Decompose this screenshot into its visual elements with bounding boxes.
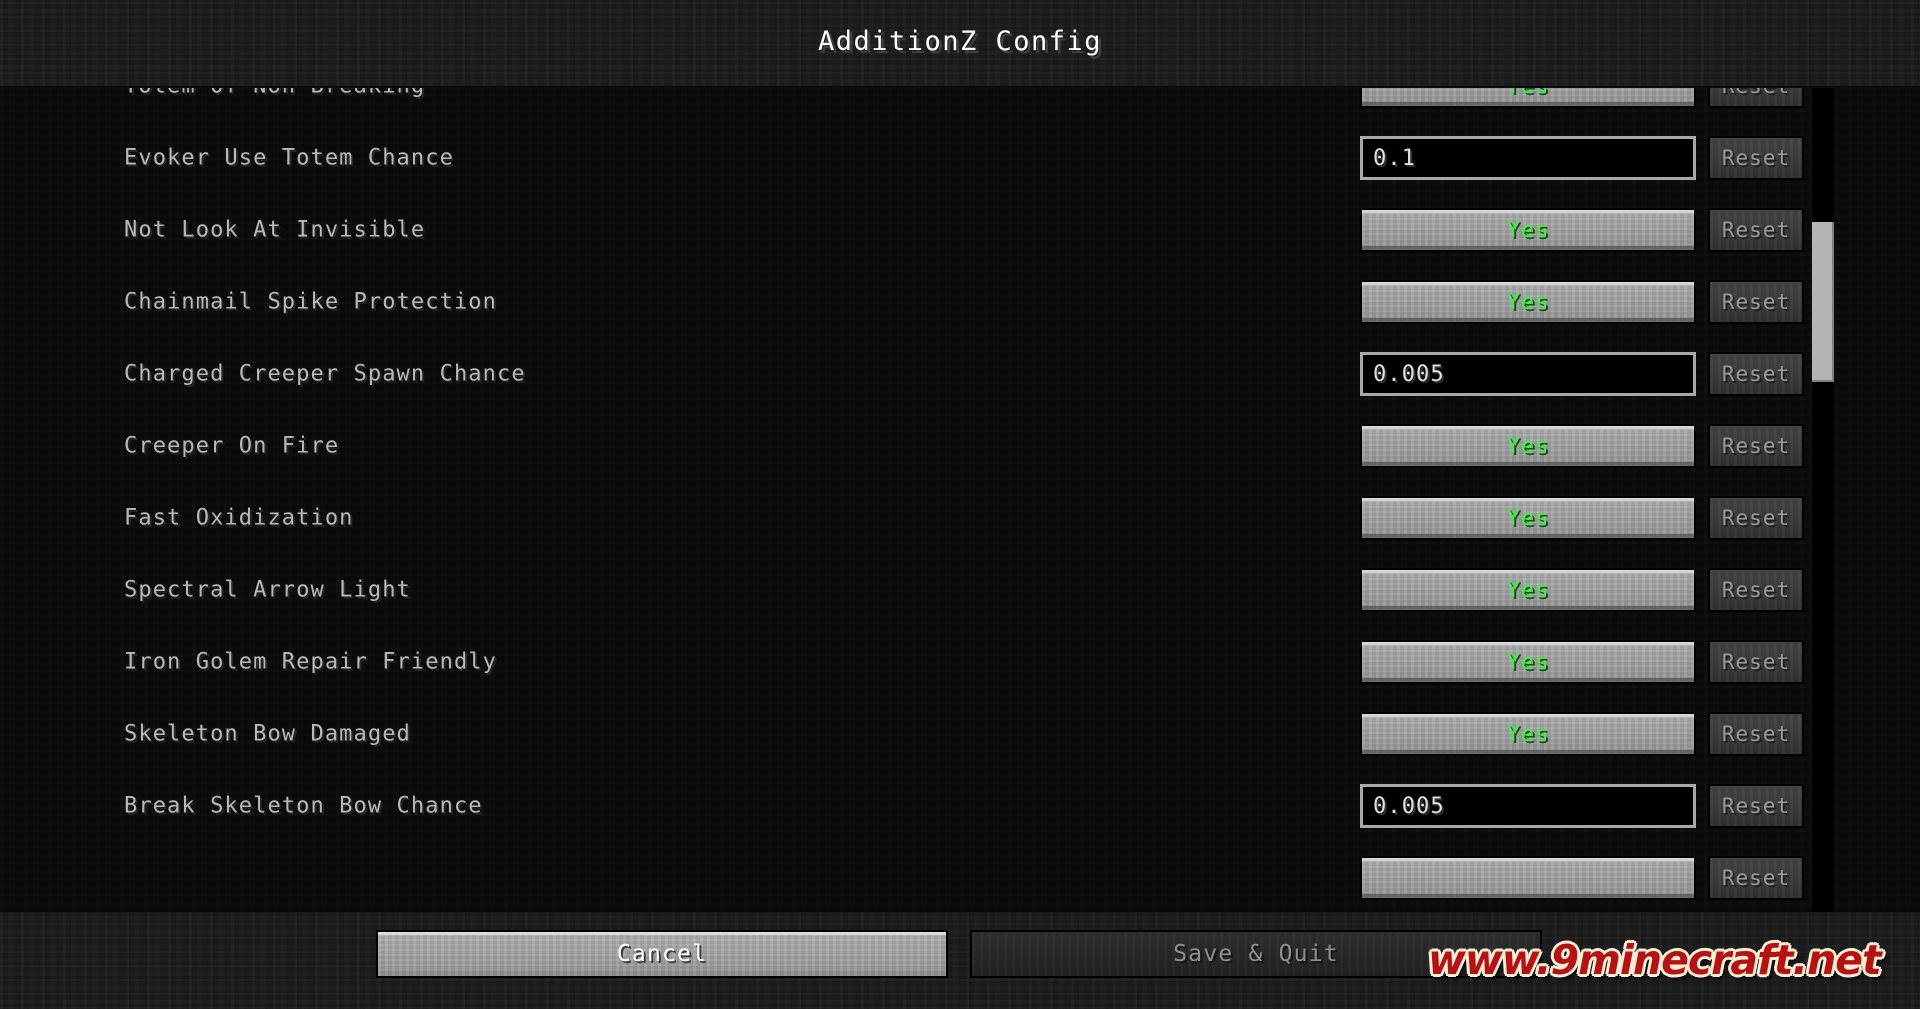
config-row-label: Spectral Arrow Light [124,577,411,603]
options-list-content: Totem Of Non BreakingYesResetEvoker Use … [0,88,1920,912]
page-title: AdditionZ Config [817,26,1103,57]
reset-button[interactable]: Reset [1708,424,1804,468]
config-row-label: Not Look At Invisible [124,217,426,243]
reset-button[interactable]: Reset [1708,496,1804,540]
scrollbar-track[interactable] [1812,88,1834,912]
config-row-label: Fast Oxidization [124,505,354,531]
config-row-label: Evoker Use Totem Chance [124,145,454,171]
config-row-widget: Yes [1360,496,1696,540]
toggle-button-value: Yes [1506,217,1550,243]
number-input-value: 0.005 [1373,361,1445,387]
config-row: Evoker Use Totem Chance 0.1 Reset [0,122,1920,194]
reset-button[interactable]: Reset [1708,784,1804,828]
config-row: Reset [0,842,1920,912]
config-row-label: Break Skeleton Bow Chance [124,793,483,819]
reset-button[interactable]: Reset [1708,712,1804,756]
reset-button-label: Reset [1721,434,1791,458]
reset-button[interactable]: Reset [1708,856,1804,900]
options-list[interactable]: Totem Of Non BreakingYesResetEvoker Use … [0,88,1920,912]
toggle-button[interactable]: Yes [1360,496,1696,540]
toggle-button[interactable]: Yes [1360,88,1696,108]
config-row-widget: Yes [1360,568,1696,612]
toggle-button-value: Yes [1506,88,1549,99]
minecraft-config-screen: AdditionZ Config Totem Of Non Breaking Ye… [0,0,1920,1009]
toggle-button-value: Yes [1506,577,1550,603]
config-row-label: Skeleton Bow Damaged [124,721,411,747]
toggle-button[interactable]: Yes [1360,424,1696,468]
reset-button[interactable]: Reset [1708,136,1804,180]
config-row: Iron Golem Repair Friendly Yes Reset [0,626,1920,698]
reset-button-label: Reset [1722,88,1790,98]
number-input[interactable]: 0.005 [1360,784,1696,828]
config-row-widget: Yes [1360,88,1696,108]
reset-button[interactable]: Reset [1708,280,1804,324]
toggle-button-value: Yes [1506,649,1550,675]
reset-button[interactable]: Reset [1708,568,1804,612]
config-row: Break Skeleton Bow Chance 0.005 Reset [0,770,1920,842]
number-input-value: 0.1 [1373,145,1417,171]
number-input-value: 0.005 [1373,793,1445,819]
config-row-widget: Yes [1360,280,1696,324]
reset-button-label: Reset [1721,722,1791,746]
toggle-button[interactable] [1360,856,1696,900]
cancel-button[interactable]: Cancel [376,930,948,978]
reset-button[interactable]: Reset [1708,88,1804,108]
reset-button-label: Reset [1721,866,1791,890]
reset-button-label: Reset [1721,506,1791,530]
config-row: Fast Oxidization Yes Reset [0,482,1920,554]
reset-button[interactable]: Reset [1708,208,1804,252]
config-row-label: Totem Of Non Breaking [124,88,425,99]
config-row: Spectral Arrow Light Yes Reset [0,554,1920,626]
number-input[interactable]: 0.1 [1360,136,1696,180]
config-row-label: Iron Golem Repair Friendly [124,649,497,675]
config-row-label: Chainmail Spike Protection [124,289,497,315]
toggle-button[interactable]: Yes [1360,712,1696,756]
save-and-quit-button-label: Save & Quit [1173,941,1339,967]
reset-button-label: Reset [1721,146,1791,170]
config-row-widget: Yes [1360,712,1696,756]
header-bar: AdditionZ Config [0,0,1920,88]
reset-button-label: Reset [1721,794,1791,818]
reset-button-label: Reset [1721,362,1791,386]
config-row-widget: 0.1 [1360,136,1696,180]
config-row: Charged Creeper Spawn Chance 0.005 Reset [0,338,1920,410]
toggle-button[interactable]: Yes [1360,640,1696,684]
reset-button[interactable]: Reset [1708,640,1804,684]
toggle-button-value: Yes [1506,289,1550,315]
toggle-button[interactable]: Yes [1360,280,1696,324]
toggle-button[interactable]: Yes [1360,208,1696,252]
config-row-widget: 0.005 [1360,352,1696,396]
config-row-widget: Yes [1360,424,1696,468]
config-row: Chainmail Spike Protection Yes Reset [0,266,1920,338]
reset-button-label: Reset [1721,218,1791,242]
reset-button-label: Reset [1721,290,1791,314]
toggle-button[interactable]: Yes [1360,568,1696,612]
toggle-button-value: Yes [1506,433,1550,459]
config-row: Not Look At Invisible Yes Reset [0,194,1920,266]
config-row: Creeper On Fire Yes Reset [0,410,1920,482]
toggle-button-value: Yes [1506,721,1550,747]
config-row-widget: Yes [1360,640,1696,684]
config-row-widget: Yes [1360,208,1696,252]
config-row-widget [1360,856,1696,900]
number-input[interactable]: 0.005 [1360,352,1696,396]
toggle-button-value: Yes [1506,505,1550,531]
config-row-label: Creeper On Fire [124,433,340,459]
config-row: Skeleton Bow Damaged Yes Reset [0,698,1920,770]
reset-button-label: Reset [1721,578,1791,602]
site-watermark: www.9minecraft.net [1428,936,1882,984]
config-row-widget: 0.005 [1360,784,1696,828]
reset-button-label: Reset [1721,650,1791,674]
cancel-button-label: Cancel [616,941,708,967]
reset-button[interactable]: Reset [1708,352,1804,396]
config-row: Totem Of Non Breaking Yes Reset [0,88,1920,122]
scrollbar-thumb[interactable] [1812,222,1834,382]
config-row-label: Charged Creeper Spawn Chance [124,361,526,387]
